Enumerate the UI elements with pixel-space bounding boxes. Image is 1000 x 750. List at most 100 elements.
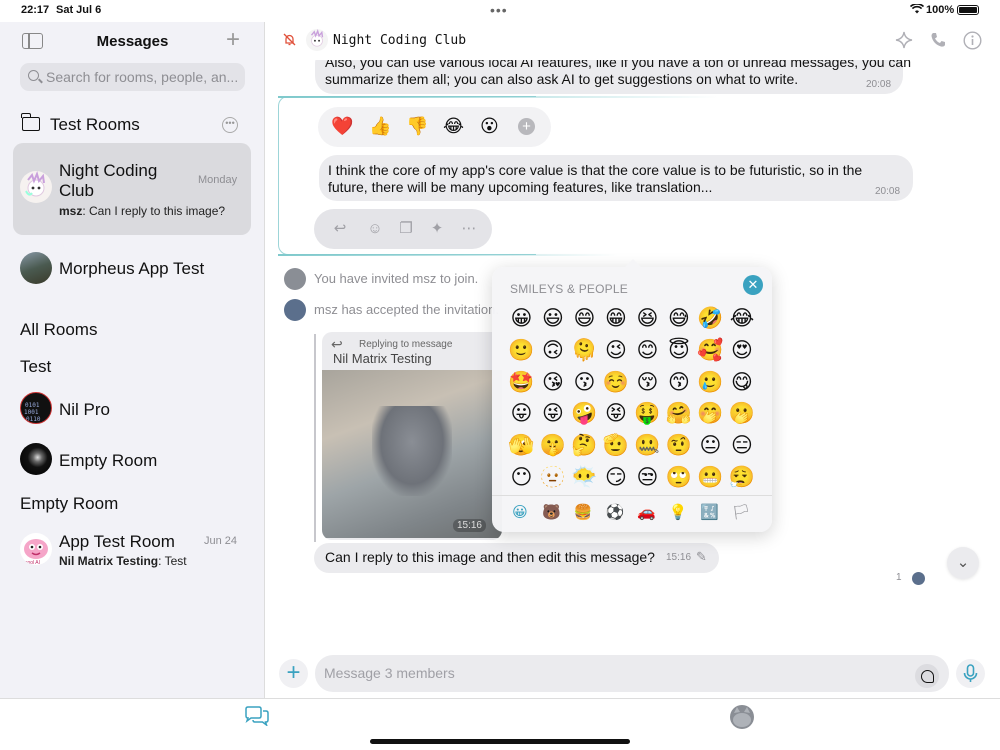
room-empty-room[interactable]: Empty Room — [13, 440, 251, 480]
emoji-category-objects-icon[interactable]: 💡 — [668, 503, 688, 523]
reaction-heart[interactable]: ❤️ — [331, 116, 353, 136]
reaction-surprised[interactable]: 😮 — [480, 116, 499, 136]
emoji-option[interactable]: 😛 — [506, 398, 537, 429]
room-app-test-room[interactable]: cool AI App Test Room Jun 24 Nil Matrix … — [13, 522, 251, 574]
emoji-option[interactable]: 🙃 — [538, 335, 569, 366]
emoji-option[interactable]: 🤣 — [695, 303, 726, 334]
message-bubble[interactable]: I think the core of my app's core value … — [319, 155, 913, 201]
emoji-option[interactable]: 🤑 — [632, 398, 663, 429]
emoji-option[interactable]: 😃 — [538, 303, 569, 334]
emoji-option[interactable]: 😜 — [538, 398, 569, 429]
emoji-option[interactable]: 🤐 — [632, 430, 663, 461]
ai-sparkle-icon[interactable] — [895, 31, 913, 49]
emoji-option[interactable]: 🤩 — [506, 367, 537, 398]
emoji-category-travel-icon[interactable]: 🚗 — [636, 503, 656, 523]
emoji-option[interactable]: 😶 — [506, 462, 537, 493]
emoji-icon[interactable]: ☺ — [366, 220, 384, 238]
room-morpheus-app-test[interactable]: Morpheus App Test — [13, 246, 251, 290]
microphone-button[interactable] — [956, 659, 985, 688]
emoji-category-food-icon[interactable]: 🍔 — [573, 503, 593, 523]
reaction-laugh[interactable]: 😂 — [443, 116, 464, 136]
message-input[interactable]: Message 3 members — [315, 655, 949, 692]
emoji-option[interactable]: 😑 — [727, 430, 758, 461]
emoji-option[interactable]: 😊 — [632, 335, 663, 366]
emoji-option[interactable]: 😒 — [632, 462, 663, 493]
message-image[interactable]: 15:16 — [322, 370, 502, 538]
emoji-option[interactable]: 🙄 — [664, 462, 695, 493]
emoji-option[interactable]: 🫢 — [727, 398, 758, 429]
emoji-option[interactable]: 😍 — [727, 335, 758, 366]
emoji-option[interactable]: 😮‍💨 — [727, 462, 758, 493]
reaction-thumbs-up[interactable]: 👍 — [369, 116, 391, 136]
emoji-option[interactable]: 😉 — [601, 335, 632, 366]
info-icon[interactable] — [963, 31, 982, 50]
profile-tab-avatar[interactable] — [730, 705, 754, 729]
scroll-down-button[interactable]: ⌄ — [947, 547, 979, 579]
emoji-category-symbols-icon[interactable]: 🔣 — [700, 503, 720, 523]
add-reaction-icon[interactable]: + — [518, 118, 535, 135]
ai-sparkle-icon[interactable]: ✦ — [428, 220, 446, 238]
emoji-option[interactable]: 🫠 — [569, 335, 600, 366]
more-icon[interactable]: ⋯ — [460, 220, 478, 238]
emoji-option[interactable]: 😁 — [601, 303, 632, 334]
emoji-option[interactable]: 🤫 — [538, 430, 569, 461]
search-input[interactable]: Search for rooms, people, an... — [20, 63, 245, 91]
emoji-option[interactable]: 🤨 — [664, 430, 695, 461]
add-icon[interactable]: + — [226, 28, 240, 52]
emoji-option[interactable]: 🥲 — [695, 367, 726, 398]
emoji-option[interactable]: 🤗 — [664, 398, 695, 429]
emoji-option[interactable]: 🫥 — [538, 462, 569, 493]
sticker-icon[interactable] — [915, 664, 939, 688]
emoji-option[interactable]: 😝 — [601, 398, 632, 429]
emoji-option[interactable]: 😅 — [664, 303, 695, 334]
emoji-option[interactable]: 😋 — [727, 367, 758, 398]
section-empty-room[interactable]: Empty Room — [20, 494, 118, 514]
reply-icon[interactable]: ↩ — [331, 220, 349, 238]
room-avatar[interactable] — [306, 29, 328, 51]
emoji-option[interactable]: 😐 — [695, 430, 726, 461]
room-nil-pro[interactable]: 0101 1001 0110 Nil Pro — [13, 389, 251, 429]
section-test[interactable]: Test — [20, 357, 51, 377]
emoji-option[interactable]: 😄 — [569, 303, 600, 334]
attach-button[interactable]: + — [279, 659, 308, 688]
copy-icon[interactable]: ❐ — [397, 220, 415, 238]
emoji-option[interactable]: 😇 — [664, 335, 695, 366]
emoji-option[interactable]: 😙 — [664, 367, 695, 398]
emoji-option[interactable]: 🫣 — [506, 430, 537, 461]
message-bubble[interactable]: Also, you can use various local AI featu… — [315, 60, 911, 94]
chat-title[interactable]: Night Coding Club — [333, 33, 466, 48]
emoji-option[interactable]: 😗 — [569, 367, 600, 398]
emoji-category-activities-icon[interactable]: ⚽ — [605, 503, 625, 523]
emoji-option[interactable]: 😀 — [506, 303, 537, 334]
emoji-category-smileys-icon[interactable]: 😀 — [510, 503, 530, 523]
emoji-option[interactable]: 🙂 — [506, 335, 537, 366]
emoji-option[interactable]: 🫡 — [601, 430, 632, 461]
emoji-option[interactable]: 🤭 — [695, 398, 726, 429]
multitasking-dots-icon[interactable]: ••• — [490, 2, 508, 18]
emoji-option[interactable]: 😆 — [632, 303, 663, 334]
emoji-option[interactable]: 😶‍🌫️ — [569, 462, 600, 493]
room-night-coding-club[interactable]: Night Coding Club Monday msz: Can I repl… — [13, 143, 251, 235]
section-all-rooms[interactable]: All Rooms — [20, 320, 97, 340]
emoji-option[interactable]: 😬 — [695, 462, 726, 493]
emoji-option[interactable]: 🤔 — [569, 430, 600, 461]
close-icon[interactable]: ✕ — [743, 275, 763, 295]
emoji-option[interactable]: 😏 — [601, 462, 632, 493]
emoji-option[interactable]: 😂 — [727, 303, 758, 334]
bell-slash-icon[interactable] — [283, 33, 296, 46]
chats-tab-icon[interactable] — [244, 706, 270, 726]
message-bubble[interactable]: Can I reply to this image and then edit … — [314, 543, 719, 573]
emoji-option[interactable]: 😚 — [632, 367, 663, 398]
read-receipts[interactable]: 1 — [896, 572, 926, 588]
emoji-option[interactable]: 🥰 — [695, 335, 726, 366]
emoji-category-flags-icon[interactable]: 🏳 — [731, 503, 751, 523]
phone-icon[interactable] — [929, 31, 947, 49]
emoji-category-animals-icon[interactable]: 🐻 — [542, 503, 562, 523]
folder-test-rooms[interactable]: Test Rooms ••• — [20, 113, 245, 136]
emoji-option[interactable]: ☺️ — [601, 367, 632, 398]
image-message[interactable]: ↩ Replying to message Nil Matrix Testing… — [322, 332, 502, 540]
emoji-option[interactable]: 🤪 — [569, 398, 600, 429]
reaction-thumbs-down[interactable]: 👎 — [406, 116, 428, 136]
more-icon[interactable]: ••• — [222, 117, 238, 133]
emoji-option[interactable]: 😘 — [538, 367, 569, 398]
